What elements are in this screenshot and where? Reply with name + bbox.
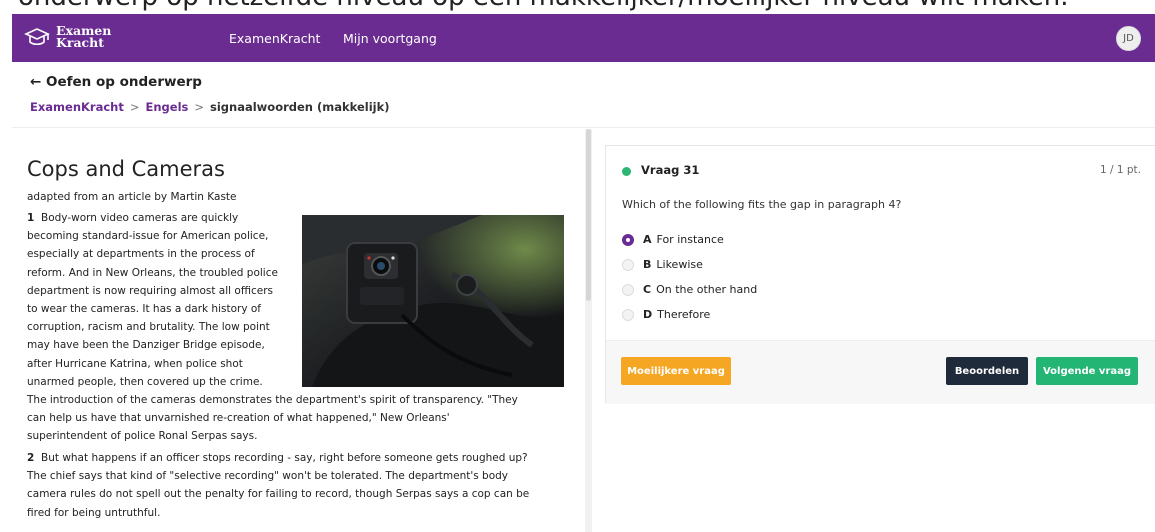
article-title: Cops and Cameras xyxy=(27,157,225,181)
question-card: Vraag 31 1 / 1 pt. Which of the followin… xyxy=(605,145,1155,404)
scrollbar-thumb[interactable] xyxy=(586,129,591,301)
paragraph-line: The chief says that kind of "selective r… xyxy=(27,470,509,483)
next-question-button[interactable]: Volgende vraag xyxy=(1036,357,1138,385)
paragraph-line: especially at departments in the process… xyxy=(27,248,255,261)
option-text: For instance xyxy=(656,233,724,246)
paragraph-1-full: The introduction of the cameras demonstr… xyxy=(27,391,572,446)
breadcrumb-separator: > xyxy=(129,100,140,114)
breadcrumb-subject[interactable]: Engels xyxy=(146,100,189,114)
breadcrumb-separator: > xyxy=(194,100,205,114)
option-letter: D xyxy=(643,308,653,321)
paragraph-line: after Hurricane Katrina, when police sho… xyxy=(27,357,243,370)
body-camera-photo xyxy=(302,215,564,387)
graduation-cap-icon xyxy=(24,28,50,46)
radio-c[interactable] xyxy=(622,283,634,296)
paragraph-line: reform. And in New Orleans, the troubled… xyxy=(27,266,278,279)
paragraph-number: 1 xyxy=(27,212,35,224)
question-actions: Moeilijkere vraag Beoordelen Volgende vr… xyxy=(606,340,1155,404)
option-letter: B xyxy=(643,258,652,271)
avatar[interactable]: JD xyxy=(1116,26,1141,51)
answer-option-c[interactable]: C On the other hand xyxy=(622,283,757,296)
paragraph-line: department is now requiring almost all o… xyxy=(27,284,273,297)
paragraph-line: The introduction of the cameras demonstr… xyxy=(27,394,518,406)
question-points: 1 / 1 pt. xyxy=(1099,164,1141,176)
back-link[interactable]: ← Oefen op onderwerp xyxy=(30,74,202,90)
paragraph-line: may have been the Danziger Bridge episod… xyxy=(27,339,265,352)
brand-logo[interactable]: Examen Kracht xyxy=(24,24,111,50)
article-byline: adapted from an article by Martin Kaste xyxy=(27,191,237,203)
harder-question-button[interactable]: Moeilijkere vraag xyxy=(621,357,731,385)
answer-option-d[interactable]: D Therefore xyxy=(622,308,710,321)
radio-d[interactable] xyxy=(622,308,634,321)
nav-mijn-voortgang[interactable]: Mijn voortgang xyxy=(343,31,437,46)
paragraph-line: 1 Body-worn video cameras are quickly xyxy=(27,212,239,224)
option-text: On the other hand xyxy=(656,283,758,296)
question-number: Vraag 31 xyxy=(641,163,700,177)
paragraph-line: fired for being untruthful. xyxy=(27,506,161,519)
top-caption: onderwerp op hetzelfde niveau op een mak… xyxy=(0,0,1155,14)
article-panel[interactable]: Cops and Cameras adapted from an article… xyxy=(12,129,585,532)
top-caption-text: onderwerp op hetzelfde niveau op een mak… xyxy=(18,0,1069,12)
paragraph-2: 2 But what happens if an officer stops r… xyxy=(27,449,582,522)
radio-b[interactable] xyxy=(622,258,634,271)
option-text: Therefore xyxy=(657,308,711,321)
status-dot-icon xyxy=(622,167,631,176)
paragraph-1-wrapped: 1 Body-worn video cameras are quickly be… xyxy=(27,209,299,391)
option-text: Likewise xyxy=(656,258,703,271)
answer-option-b[interactable]: B Likewise xyxy=(622,258,703,271)
answer-option-a[interactable]: A For instance xyxy=(622,233,724,246)
question-text: Which of the following fits the gap in p… xyxy=(622,198,902,211)
top-navbar: Examen Kracht ExamenKracht Mijn voortgan… xyxy=(12,14,1155,62)
option-letter: A xyxy=(643,233,652,246)
nav-examenkracht[interactable]: ExamenKracht xyxy=(229,31,320,46)
paragraph-line: 2 But what happens if an officer stops r… xyxy=(27,452,528,464)
page-header: ← Oefen op onderwerp ExamenKracht > Engels… xyxy=(12,62,1155,128)
grade-button[interactable]: Beoordelen xyxy=(946,357,1028,385)
paragraph-line: superintendent of police Ronal Serpas sa… xyxy=(27,430,258,443)
brand-name: Examen Kracht xyxy=(56,24,111,50)
paragraph-line: to wear the cameras. It has a dark histo… xyxy=(27,303,262,316)
option-letter: C xyxy=(643,283,652,296)
paragraph-line: can help us have that unvarnished re-cre… xyxy=(27,412,450,425)
breadcrumb-root[interactable]: ExamenKracht xyxy=(30,100,124,114)
paragraph-line: unarmed people, then covered up the crim… xyxy=(27,375,263,388)
radio-a[interactable] xyxy=(622,233,634,246)
brand-line-2: Kracht xyxy=(56,35,105,50)
paragraph-line: camera rules do not spell out the penalt… xyxy=(27,488,530,501)
paragraph-line: corruption, racism and brutality. The lo… xyxy=(27,321,270,334)
paragraph-number: 2 xyxy=(27,452,35,464)
breadcrumb-current: signaalwoorden (makkelijk) xyxy=(210,100,390,114)
breadcrumb: ExamenKracht > Engels > signaalwoorden (makk… xyxy=(30,100,390,114)
paragraph-line: becoming standard-issue for American pol… xyxy=(27,230,269,243)
